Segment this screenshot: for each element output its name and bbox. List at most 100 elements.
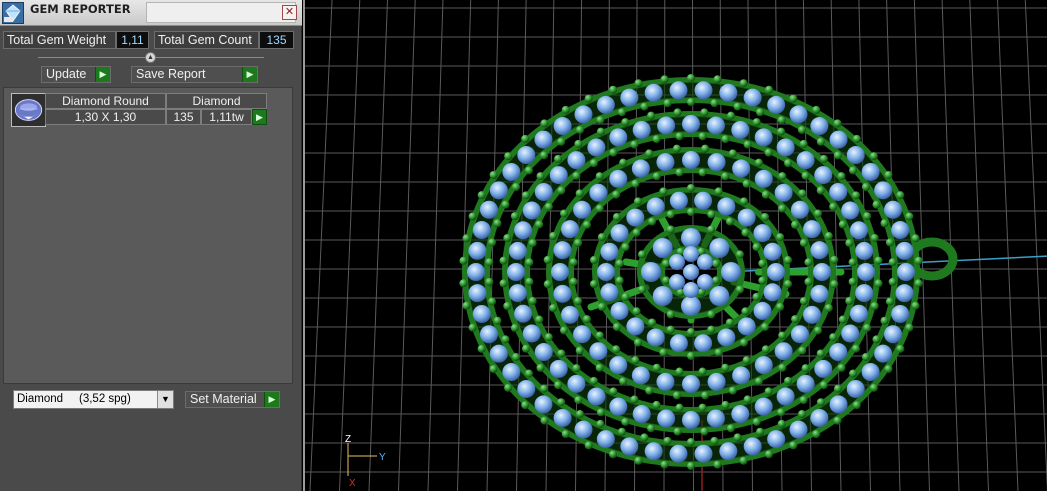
prong <box>621 292 630 301</box>
play-arrow-icon: ▶ <box>95 67 110 82</box>
prong <box>528 296 537 305</box>
total-gem-count-value: 135 <box>259 31 294 49</box>
prong <box>609 148 618 157</box>
prong <box>524 166 533 175</box>
diamond-stone <box>656 372 675 391</box>
material-dropdown[interactable]: Diamond (3,52 spg) ▼ <box>13 390 174 409</box>
diamond-stone <box>861 363 880 382</box>
prong <box>880 219 889 228</box>
save-report-button[interactable]: Save Report ▶ <box>131 66 258 83</box>
prong <box>726 424 735 433</box>
prong <box>758 259 767 268</box>
prong <box>634 79 643 88</box>
prong <box>595 363 604 372</box>
prong <box>687 98 695 106</box>
prong <box>725 318 734 327</box>
diamond-stone <box>814 359 833 378</box>
prong <box>609 85 618 94</box>
prong <box>648 217 657 226</box>
prong <box>764 450 773 459</box>
prong <box>874 279 883 288</box>
diamond-stone <box>652 286 673 307</box>
diamond-stone <box>774 183 793 202</box>
diamond-stone <box>706 116 725 135</box>
chevron-down-icon[interactable]: ▼ <box>157 391 173 408</box>
prong <box>561 105 570 114</box>
prong <box>660 460 669 469</box>
prong <box>735 250 744 259</box>
prong <box>687 352 695 360</box>
prong <box>640 433 649 442</box>
prong <box>621 118 630 127</box>
prong <box>733 102 742 111</box>
prong <box>459 256 468 265</box>
prong <box>504 383 513 392</box>
diamond-stone <box>656 153 675 172</box>
prong <box>838 220 847 229</box>
diamond-stone <box>553 117 572 136</box>
play-arrow-icon[interactable]: ▶ <box>252 109 267 125</box>
prong <box>778 172 787 181</box>
diamond-stone <box>589 342 608 361</box>
title-bar[interactable]: GEM REPORTER ✕ <box>0 0 302 26</box>
prong <box>870 302 879 311</box>
prong <box>813 209 822 218</box>
diamond-stone <box>587 138 606 157</box>
diamond-stone <box>600 242 619 261</box>
diamond-stone <box>829 182 848 201</box>
prong <box>540 151 549 160</box>
pendant-model[interactable] <box>459 74 958 470</box>
3d-viewport[interactable]: Z Y X <box>303 0 1047 491</box>
prong <box>713 460 722 469</box>
set-material-button[interactable]: Set Material ▶ <box>185 391 280 408</box>
prong <box>540 384 549 393</box>
diamond-stone <box>719 83 738 102</box>
prong <box>459 279 468 288</box>
prong <box>707 325 716 334</box>
prong <box>612 190 621 199</box>
diamond-stone <box>467 263 485 281</box>
diamond-stone <box>522 324 541 343</box>
collapse-icon[interactable]: ▲ <box>145 52 156 63</box>
prong <box>632 307 641 316</box>
prong <box>784 256 793 265</box>
prong <box>575 189 584 198</box>
prong <box>582 220 591 229</box>
prong <box>761 323 770 332</box>
diamond-stone <box>849 221 868 240</box>
diamond-stone <box>468 284 487 303</box>
close-icon[interactable]: ✕ <box>282 5 297 20</box>
prong <box>468 323 477 332</box>
diamond-stone <box>737 317 756 336</box>
prong <box>540 416 549 425</box>
prong <box>721 135 730 144</box>
diamond-stone <box>697 274 713 290</box>
round-diamond-icon[interactable] <box>11 93 46 127</box>
prong <box>560 326 569 335</box>
prong <box>711 276 720 285</box>
prong <box>713 75 722 84</box>
prong <box>631 356 640 365</box>
prong <box>652 135 661 144</box>
diamond-stone <box>895 241 914 260</box>
diamond-stone <box>609 397 628 416</box>
viewport-canvas[interactable]: Z Y X <box>305 0 1047 491</box>
prong <box>648 318 657 327</box>
diamond-stone <box>600 283 619 302</box>
prong <box>799 139 808 148</box>
prong <box>521 134 530 143</box>
prong <box>477 191 486 200</box>
prong <box>739 197 748 206</box>
prong <box>837 172 846 181</box>
total-gem-weight-label: Total Gem Weight <box>3 31 116 49</box>
prong <box>512 353 521 361</box>
diamond-stone <box>669 444 688 463</box>
prong <box>725 217 734 226</box>
prong <box>666 210 675 219</box>
prong <box>574 297 583 306</box>
prong <box>499 279 508 288</box>
diamond-stone <box>763 242 782 261</box>
diamond-stone <box>707 153 726 172</box>
update-button[interactable]: Update ▶ <box>41 66 111 83</box>
prong <box>612 212 621 221</box>
